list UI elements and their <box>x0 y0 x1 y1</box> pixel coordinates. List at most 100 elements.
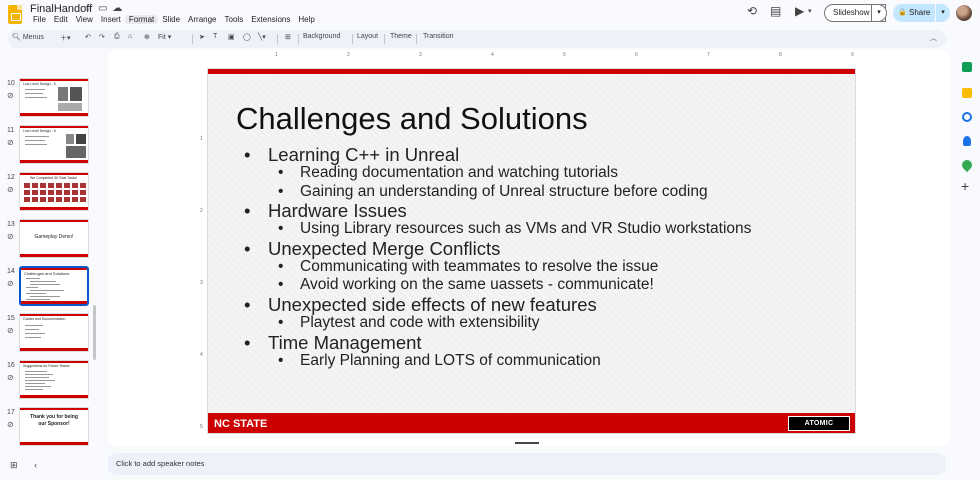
slide-number: 14 <box>7 268 15 275</box>
ruler-tick-label: 9 <box>851 52 854 58</box>
menu-insert[interactable]: Insert <box>97 15 125 24</box>
toolbar: 🔍︎ Menus ＋▾ ↶ ↷ ⎙ ⌂ ⊕ Fit ▾ ➤ T ▣ ◯ ╲▾ ⊞… <box>8 30 946 48</box>
horizontal-ruler[interactable]: 1 2 3 4 5 6 7 8 9 <box>207 52 857 60</box>
add-comment-icon[interactable]: ⊞ <box>285 33 291 41</box>
bullet-level-2: Early Planning and LOTS of communication <box>244 352 854 371</box>
bullet-level-1: Learning C++ in Unreal <box>244 145 854 164</box>
star-icon[interactable]: ☆ <box>84 3 93 14</box>
version-history-icon[interactable]: ⟲ <box>747 4 757 18</box>
transition-button[interactable]: Transition <box>423 33 453 40</box>
vertical-ruler[interactable]: 1 2 3 4 5 <box>200 68 206 430</box>
line-icon[interactable]: ╲▾ <box>258 33 266 41</box>
menu-view[interactable]: View <box>72 15 97 24</box>
thumbnail-title: Guides and Documentation <box>23 317 66 321</box>
bullet-level-2: Communicating with teammates to resolve … <box>244 258 854 277</box>
filmstrip-slide-12[interactable]: 12 ⊘ We Completed 30 Total Tasks! <box>0 172 96 218</box>
text-box-icon[interactable]: T <box>213 33 217 40</box>
menus-search[interactable]: 🔍︎ Menus <box>12 33 44 41</box>
menu-help[interactable]: Help <box>294 15 318 24</box>
shape-icon[interactable]: ◯ <box>243 33 251 41</box>
image-icon[interactable]: ▣ <box>228 33 235 41</box>
zoom-icon[interactable]: ⊕ <box>144 33 150 41</box>
ruler-tick-label: 5 <box>200 424 203 430</box>
filmstrip-slide-10[interactable]: 10 ⊘ Low Level Design - 5 <box>0 78 96 124</box>
bullet-level-2: Using Library resources such as VMs and … <box>244 220 854 239</box>
paint-format-icon[interactable]: ⌂ <box>128 33 132 40</box>
slide-thumbnail[interactable]: Gameplay Demo! <box>19 219 89 258</box>
filmstrip-slide-16[interactable]: 16 ⊘ Suggestions for Future Teams <box>0 360 96 406</box>
linked-slide-icon: ⊘ <box>7 420 14 429</box>
print-icon[interactable]: ⎙ <box>114 33 120 41</box>
share-button[interactable]: Share <box>893 4 935 22</box>
linked-slide-icon: ⊘ <box>7 232 14 241</box>
maps-icon[interactable] <box>959 157 975 173</box>
slide-body[interactable]: Learning C++ in Unreal Reading documenta… <box>244 145 854 370</box>
theme-button[interactable]: Theme <box>390 33 412 40</box>
slide-thumbnail[interactable]: Guides and Documentation <box>19 313 89 352</box>
menu-extensions[interactable]: Extensions <box>247 15 294 24</box>
current-slide[interactable]: Challenges and Solutions Learning C++ in… <box>207 68 856 434</box>
ruler-tick-label: 2 <box>347 52 350 58</box>
slide-number: 12 <box>7 174 15 181</box>
undo-icon[interactable]: ↶ <box>85 33 91 41</box>
filmstrip-scrollbar[interactable] <box>93 305 96 360</box>
slide-number: 16 <box>7 362 15 369</box>
grid-view-icon[interactable]: ⊞ <box>10 460 18 470</box>
comments-icon[interactable]: ▤ <box>770 4 781 18</box>
tasks-icon[interactable] <box>962 112 972 122</box>
bullet-level-2: Playtest and code with extensibility <box>244 314 854 333</box>
slide-thumbnail[interactable]: Low Level Design - 6 <box>19 125 89 164</box>
search-icon: 🔍︎ <box>12 34 21 41</box>
filmstrip-slide-11[interactable]: 11 ⊘ Low Level Design - 6 <box>0 125 96 171</box>
menu-arrange[interactable]: Arrange <box>184 15 220 24</box>
filmstrip-slide-13[interactable]: 13 ⊘ Gameplay Demo! <box>0 219 96 265</box>
slide-thumbnail[interactable]: Low Level Design - 5 <box>19 78 89 117</box>
meet-dropdown-icon[interactable]: ▾ <box>808 7 812 15</box>
linked-slide-icon: ⊘ <box>7 185 14 194</box>
menu-tools[interactable]: Tools <box>221 15 248 24</box>
meet-camera-icon[interactable]: ▶ <box>795 4 804 18</box>
background-button[interactable]: Background <box>303 33 340 40</box>
filmstrip-slide-17[interactable]: 17 ⊘ Thank you for being our Sponsor! <box>0 407 96 450</box>
view-controls: ⊞ ‹ <box>10 460 51 471</box>
slide-top-bar <box>208 69 855 74</box>
slide-thumbnail[interactable]: Thank you for being our Sponsor! <box>19 407 89 446</box>
redo-icon[interactable]: ↷ <box>99 33 105 41</box>
account-avatar[interactable] <box>956 5 972 21</box>
menu-file[interactable]: File <box>29 15 50 24</box>
ruler-tick-label: 5 <box>563 52 566 58</box>
filmstrip-slide-14[interactable]: 14 ⊘ Challenges and Solutions <box>0 266 96 312</box>
menu-format[interactable]: Format <box>124 15 159 24</box>
slide-thumbnail[interactable]: We Completed 30 Total Tasks! <box>19 172 89 211</box>
slide-number: 10 <box>7 80 15 87</box>
slide-title[interactable]: Challenges and Solutions <box>236 101 588 137</box>
side-panel: + <box>955 32 980 232</box>
move-folder-icon[interactable]: ▭ <box>98 3 107 14</box>
collapse-toolbar-icon[interactable]: ︿ <box>930 33 937 43</box>
ruler-tick-label: 3 <box>419 52 422 58</box>
keep-icon[interactable] <box>962 88 972 98</box>
speaker-notes-field[interactable]: Click to add speaker notes <box>108 453 946 475</box>
slide-thumbnail[interactable]: Suggestions for Future Teams <box>19 360 89 399</box>
cloud-status-icon[interactable]: ☁ <box>112 3 122 14</box>
document-title[interactable]: FinalHandoff <box>30 3 92 15</box>
select-cursor-icon[interactable]: ➤ <box>199 33 205 41</box>
sheets-icon[interactable] <box>962 62 972 72</box>
nc-state-logo: NC STATE <box>214 418 268 430</box>
slide-number: 13 <box>7 221 15 228</box>
add-ons-plus-icon[interactable]: + <box>961 178 969 194</box>
new-slide-icon[interactable]: ＋▾ <box>60 33 71 43</box>
filmstrip-slide-15[interactable]: 15 ⊘ Guides and Documentation <box>0 313 96 359</box>
notes-resize-handle[interactable] <box>515 442 539 444</box>
menu-slide[interactable]: Slide <box>158 15 184 24</box>
menu-edit[interactable]: Edit <box>50 15 72 24</box>
slide-number: 11 <box>7 127 15 134</box>
share-dropdown-button[interactable]: ▾ <box>936 4 950 22</box>
contacts-icon[interactable] <box>963 136 971 146</box>
slide-filmstrip: 10 ⊘ Low Level Design - 5 11 ⊘ Low Level… <box>0 50 96 450</box>
slides-logo-icon[interactable] <box>8 5 22 24</box>
slide-thumbnail-selected[interactable]: Challenges and Solutions <box>19 266 89 306</box>
layout-button[interactable]: Layout <box>357 33 378 40</box>
zoom-select[interactable]: Fit ▾ <box>158 33 171 41</box>
collapse-filmstrip-icon[interactable]: ‹ <box>34 460 37 470</box>
